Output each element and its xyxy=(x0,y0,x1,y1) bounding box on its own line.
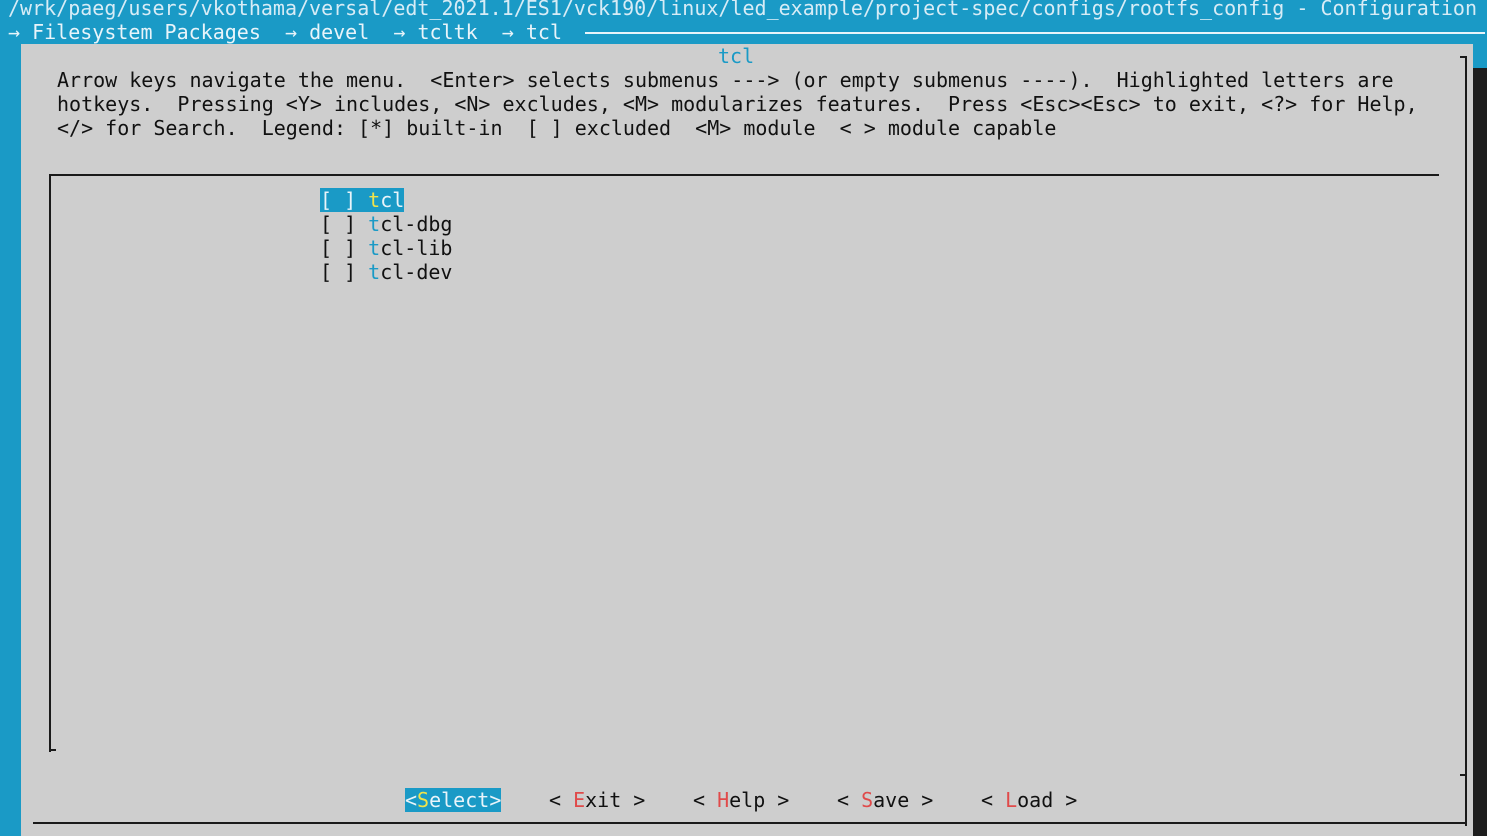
menu-item-label: cl-dbg xyxy=(380,212,453,236)
checkbox[interactable]: [ ] xyxy=(320,212,356,236)
button-hotkey: S xyxy=(417,788,430,812)
save-button[interactable]: < Save > xyxy=(837,788,933,812)
breadcrumb-item-tcl: tcl xyxy=(525,20,562,44)
menu-item-label: cl-lib xyxy=(380,236,453,260)
button-bracket: < xyxy=(693,788,718,812)
dialog-border-corner xyxy=(1460,774,1466,776)
load-button[interactable]: < Load > xyxy=(981,788,1077,812)
dialog-title: tcl xyxy=(718,44,755,68)
dialog-border-corner xyxy=(1460,56,1466,58)
button-bracket: > xyxy=(489,788,502,812)
menu-item-tcl[interactable]: [ ] tcl xyxy=(320,188,405,212)
button-label: elp xyxy=(729,788,766,812)
button-hotkey: S xyxy=(861,788,874,812)
dialog-bottom-border xyxy=(33,822,1467,824)
button-bracket: > xyxy=(1053,788,1078,812)
checkbox[interactable]: [ ] xyxy=(320,188,356,212)
button-label: elect xyxy=(429,788,490,812)
menu-item-hotkey: t xyxy=(368,188,381,212)
button-hotkey: H xyxy=(717,788,730,812)
dialog-border xyxy=(1465,56,1467,826)
menu-item-label: cl-dev xyxy=(380,260,453,284)
help-text-line: Arrow keys navigate the menu. <Enter> se… xyxy=(57,68,1394,92)
breadcrumb-item-tcltk: tcltk xyxy=(417,20,478,44)
menu-item-label: cl xyxy=(380,188,405,212)
menu-list-corner xyxy=(49,749,56,751)
breadcrumb-separator-icon: → xyxy=(393,20,406,44)
menu-item-hotkey: t xyxy=(368,212,381,236)
menu-item-tcl-dbg[interactable]: [ ] tcl-dbg xyxy=(320,212,452,236)
button-bracket: > xyxy=(909,788,934,812)
menu-list xyxy=(49,174,1439,752)
breadcrumb-separator-icon: → xyxy=(8,20,21,44)
select-button[interactable]: <Select> xyxy=(405,788,502,812)
help-button[interactable]: < Help > xyxy=(693,788,789,812)
checkbox[interactable]: [ ] xyxy=(320,236,356,260)
menu-item-highlight: [ ] tcl xyxy=(320,188,405,212)
button-bracket: < xyxy=(981,788,1006,812)
menu-item-hotkey: t xyxy=(368,260,381,284)
button-hotkey: L xyxy=(1005,788,1018,812)
button-bracket: < xyxy=(405,788,418,812)
button-label: ave xyxy=(873,788,910,812)
checkbox[interactable]: [ ] xyxy=(320,260,356,284)
button-bracket: < xyxy=(549,788,574,812)
button-bracket: < xyxy=(837,788,862,812)
button-label: xit xyxy=(585,788,622,812)
breadcrumb-separator-icon: → xyxy=(501,20,514,44)
button-bracket: > xyxy=(765,788,790,812)
breadcrumb-divider xyxy=(585,32,1485,34)
button-hotkey: E xyxy=(573,788,586,812)
breadcrumb-separator-icon: → xyxy=(284,20,298,44)
help-text-line: </> for Search. Legend: [*] built-in [ ]… xyxy=(57,116,1057,140)
help-text-line: hotkeys. Pressing <Y> includes, <N> excl… xyxy=(57,92,1418,116)
breadcrumb-item-devel: devel xyxy=(309,20,370,44)
menu-item-tcl-lib[interactable]: [ ] tcl-lib xyxy=(320,236,452,260)
exit-button[interactable]: < Exit > xyxy=(549,788,645,812)
menu-item-tcl-dev[interactable]: [ ] tcl-dev xyxy=(320,260,452,284)
breadcrumb-item-filesystem-packages: Filesystem Packages xyxy=(32,20,261,44)
button-label: oad xyxy=(1017,788,1054,812)
menu-item-hotkey: t xyxy=(368,236,381,260)
dialog-shadow xyxy=(1473,68,1487,836)
window-title: /wrk/paeg/users/vkothama/versal/edt_2021… xyxy=(8,0,1478,20)
breadcrumb: → Filesystem Packages → devel → tcltk → … xyxy=(8,20,562,44)
button-bracket: > xyxy=(621,788,646,812)
